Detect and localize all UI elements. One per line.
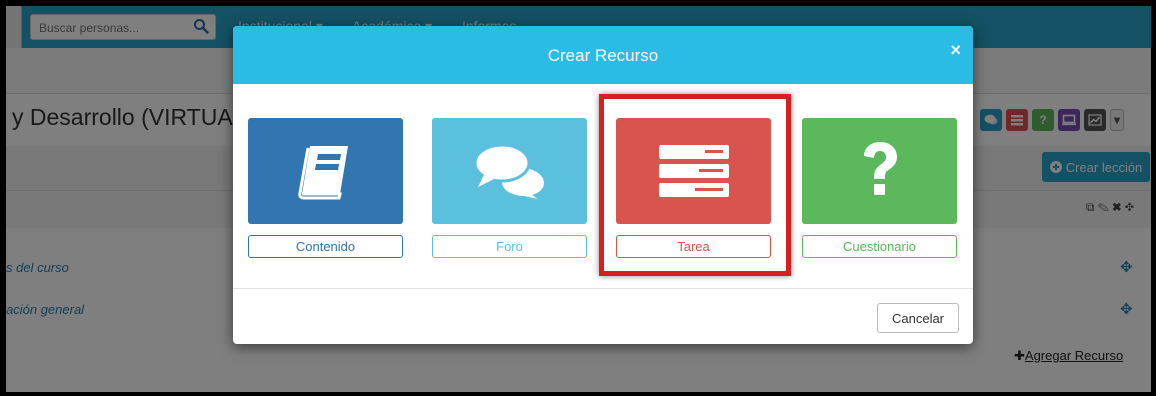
book-icon — [297, 146, 348, 200]
option-foro-label[interactable]: Foro — [432, 235, 587, 258]
option-contenido[interactable]: Contenido — [248, 118, 403, 258]
option-cuestionario-label[interactable]: Cuestionario — [802, 235, 957, 258]
option-contenido-tile[interactable] — [248, 118, 403, 224]
question-mark-icon — [863, 142, 897, 195]
option-contenido-label[interactable]: Contenido — [248, 235, 403, 258]
chat-bubbles-icon — [473, 143, 544, 199]
screenshot-frame: Institucional ▾ Académico ▾ Informes y D… — [0, 0, 1156, 396]
cancel-button[interactable]: Cancelar — [877, 303, 959, 333]
option-foro-tile[interactable] — [432, 118, 587, 224]
option-cuestionario[interactable]: Cuestionario — [802, 118, 957, 258]
modal-footer: Cancelar — [233, 288, 973, 344]
crear-recurso-modal: Crear Recurso × Contenido Foro Tarea Cue… — [233, 26, 973, 344]
option-cuestionario-tile[interactable] — [802, 118, 957, 224]
option-foro[interactable]: Foro — [432, 118, 587, 258]
modal-header: Crear Recurso × — [233, 26, 973, 84]
modal-title: Crear Recurso — [547, 46, 659, 65]
page: Institucional ▾ Académico ▾ Informes y D… — [6, 6, 1151, 392]
close-icon[interactable]: × — [950, 40, 961, 61]
highlight-box — [599, 94, 791, 276]
